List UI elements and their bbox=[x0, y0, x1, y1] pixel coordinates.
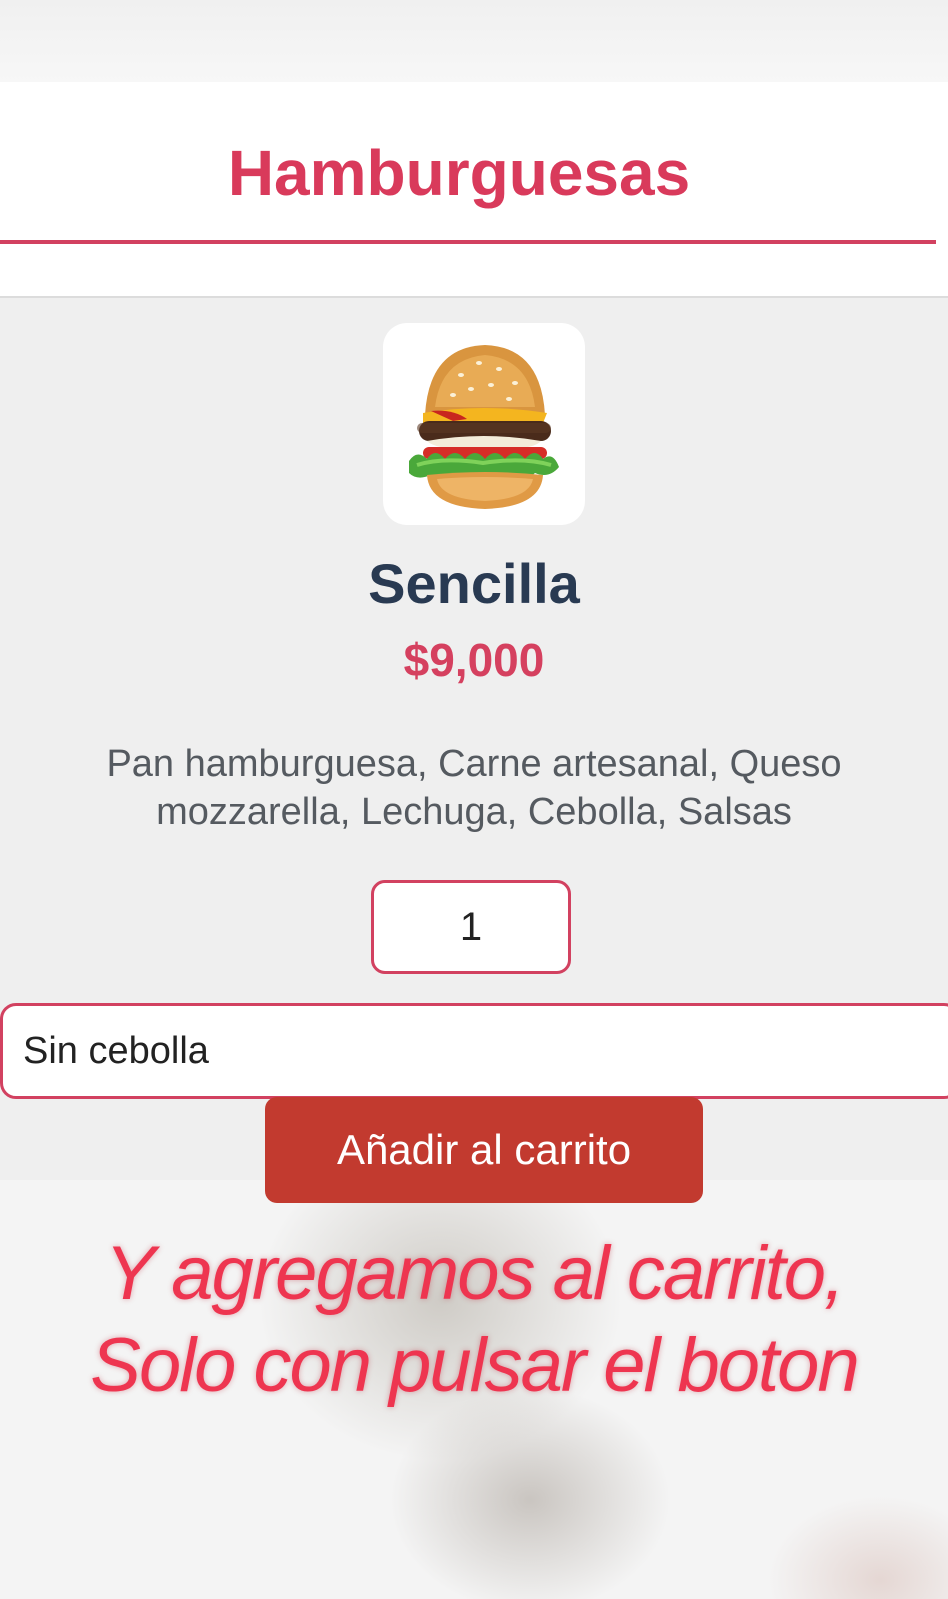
page-title: Hamburguesas bbox=[227, 137, 691, 209]
top-band bbox=[0, 0, 948, 82]
title-underline bbox=[0, 240, 936, 244]
product-image bbox=[383, 323, 585, 525]
burger-icon bbox=[409, 345, 559, 509]
product-description: Pan hamburguesa, Carne artesanal, Queso … bbox=[106, 743, 842, 833]
product-name: Sencilla bbox=[368, 552, 580, 615]
add-to-cart-button[interactable]: Añadir al carrito bbox=[265, 1097, 703, 1203]
product-price: $9,000 bbox=[403, 634, 545, 686]
caption-line-2: Solo con pulsar el boton bbox=[90, 1323, 859, 1408]
caption-line-1: Y agregamos al carrito, bbox=[104, 1231, 845, 1316]
overlay-caption: Y agregamos al carrito, Solo con pulsar … bbox=[0, 1228, 948, 1412]
notes-input[interactable] bbox=[0, 1003, 948, 1099]
quantity-input[interactable] bbox=[371, 880, 571, 974]
